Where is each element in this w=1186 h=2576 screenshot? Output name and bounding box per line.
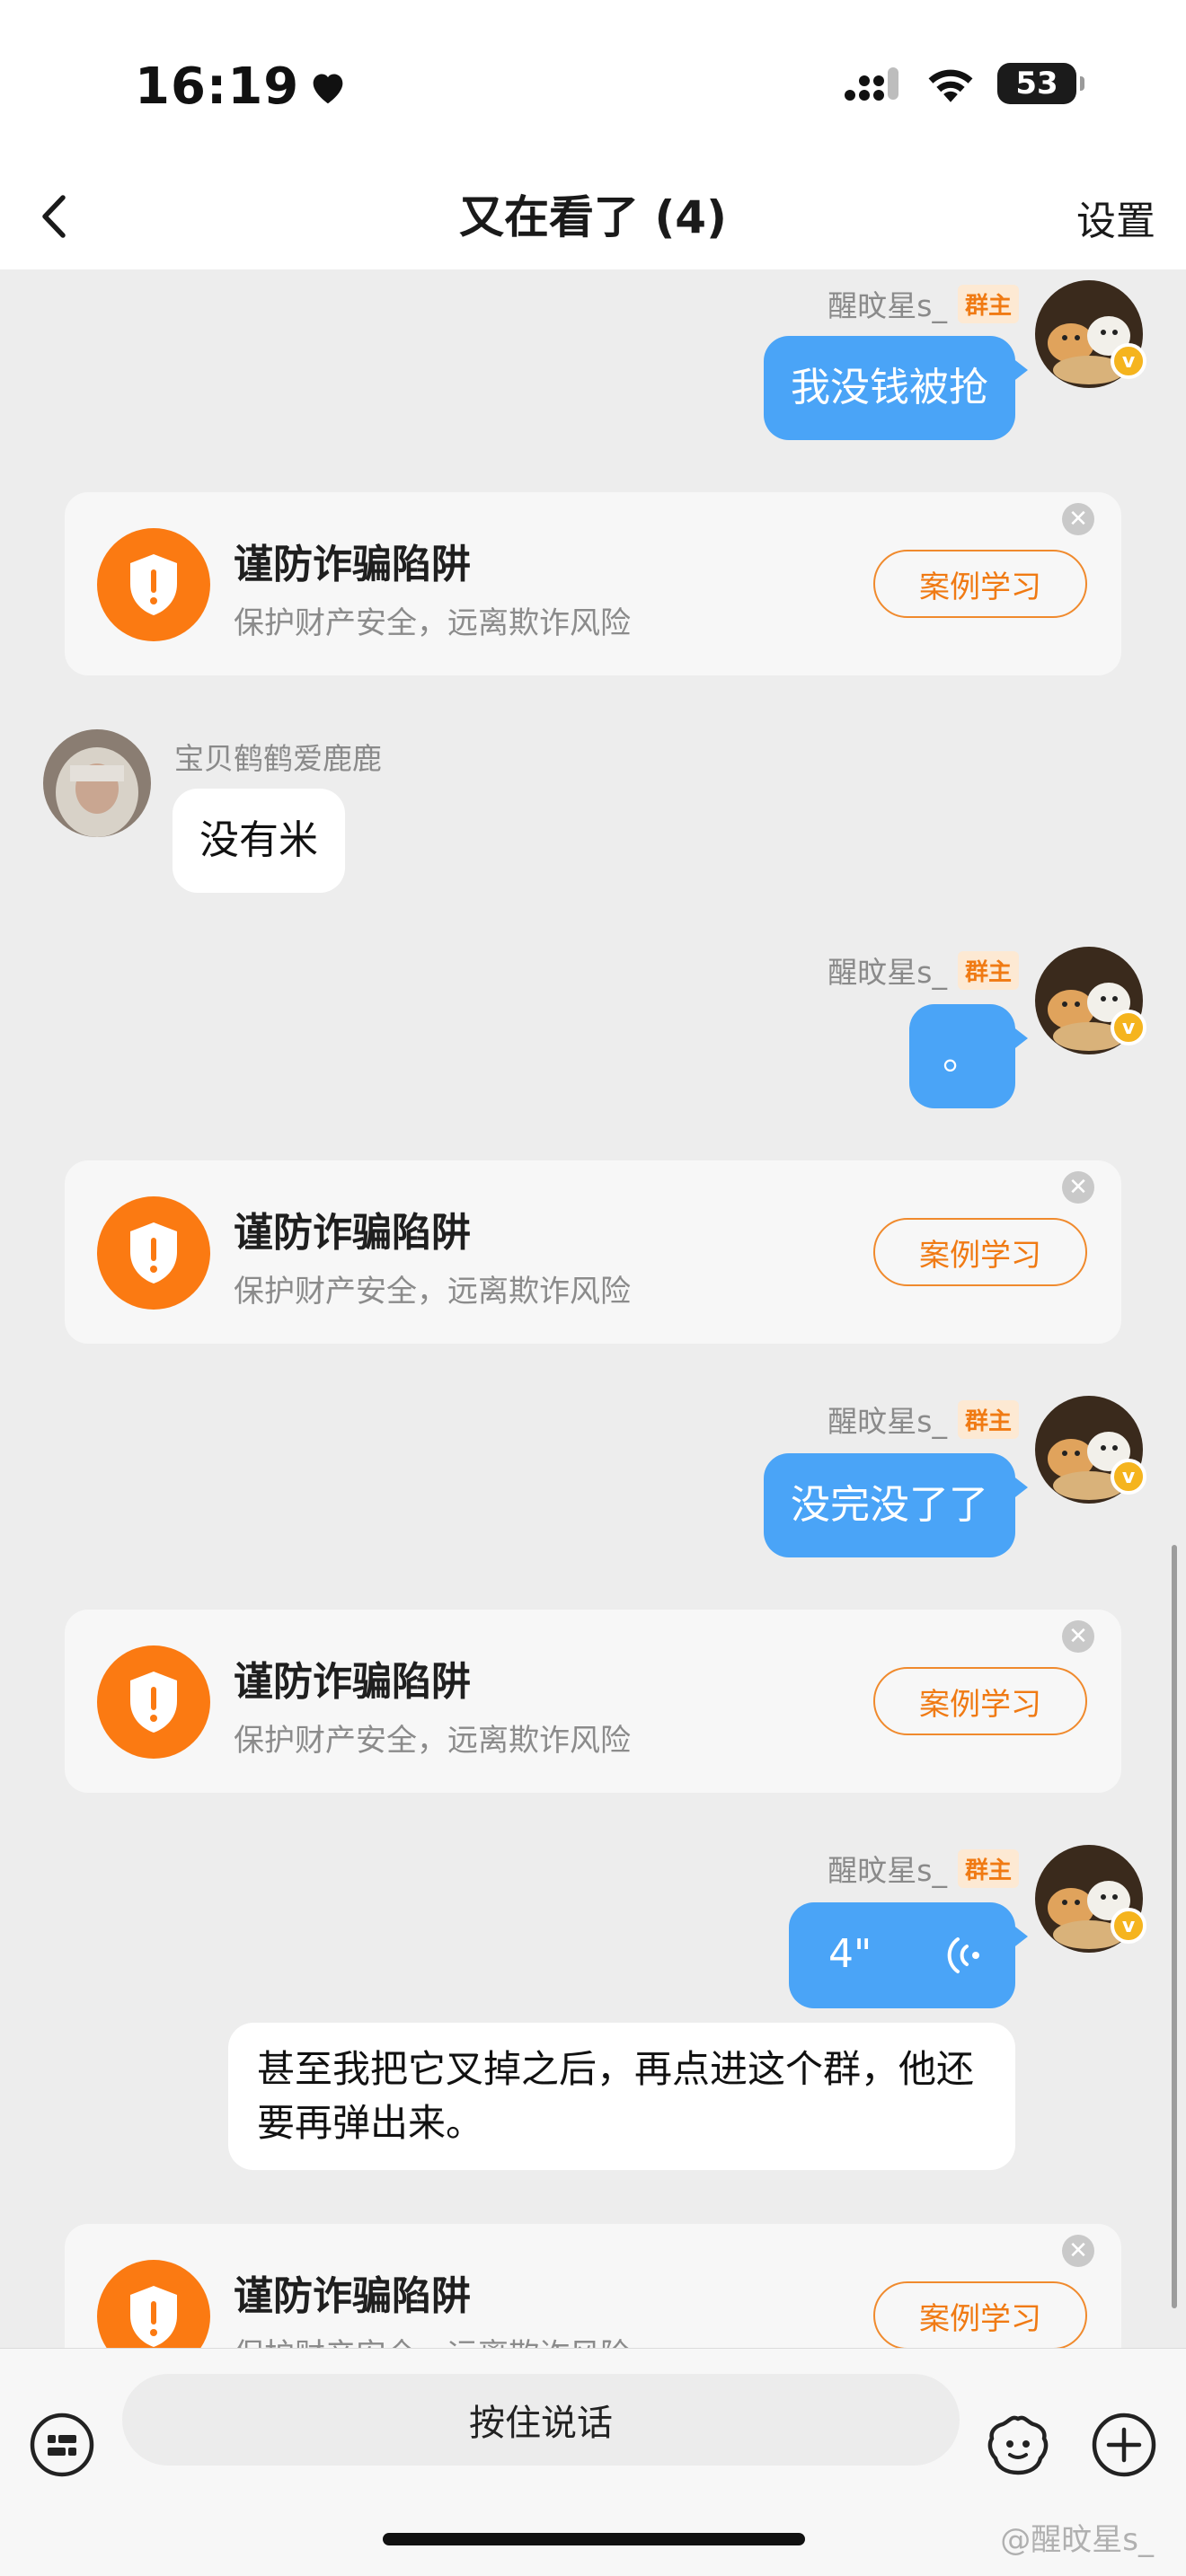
owner-badge: 群主 <box>957 284 1019 323</box>
message-bubble[interactable]: 没完没了了 <box>764 1453 1028 1557</box>
message-bubble[interactable]: 我没钱被抢 <box>764 336 1028 440</box>
battery-icon: 53 <box>997 63 1084 104</box>
card-subtitle: 保护财产安全，远离欺诈风险 <box>234 1723 631 1759</box>
owner-badge: 群主 <box>957 950 1019 990</box>
message-bubble[interactable]: 没有米 <box>173 789 345 893</box>
owner-badge: 群主 <box>957 1848 1019 1888</box>
signal-icon <box>845 67 898 101</box>
sender-name: 醒旼星s_ 群主 <box>828 1847 1019 1890</box>
fraud-warning-card[interactable]: 谨防诈骗陷阱 保护财产安全，远离欺诈风险 案例学习 ✕ <box>65 1160 1121 1344</box>
status-time: 16:19 <box>135 57 348 116</box>
hold-to-talk-button[interactable]: 按住说话 <box>122 2374 960 2466</box>
case-study-button[interactable]: 案例学习 <box>873 1667 1087 1735</box>
status-icons: 53 <box>843 63 1084 104</box>
avatar-image <box>43 729 151 837</box>
heart-icon <box>313 73 343 103</box>
avatar[interactable]: v <box>1035 1396 1146 1504</box>
fraud-warning-card[interactable]: 谨防诈骗陷阱 保护财产安全，远离欺诈风险 案例学习 ✕ <box>65 492 1121 675</box>
voice-message-bubble[interactable]: 4" <box>789 1902 1028 2008</box>
scrollbar[interactable] <box>1172 1545 1177 2308</box>
message-bubble[interactable]: 。 <box>909 1004 1028 1108</box>
verified-badge: v <box>1111 1010 1146 1045</box>
verified-badge: v <box>1111 343 1146 379</box>
avatar[interactable]: v <box>1035 280 1146 388</box>
watermark: @醒旼星s_ <box>1000 2522 1154 2558</box>
owner-badge: 群主 <box>957 1399 1019 1439</box>
shield-alert-icon <box>97 1645 210 1759</box>
card-title: 谨防诈骗陷阱 <box>234 1210 471 1256</box>
verified-badge: v <box>1111 1908 1146 1944</box>
sender-name: 醒旼星s_ 群主 <box>828 1398 1019 1441</box>
card-subtitle: 保护财产安全，远离欺诈风险 <box>234 605 631 641</box>
shield-alert-icon <box>97 1196 210 1310</box>
card-subtitle: 保护财产安全，远离欺诈风险 <box>234 1274 631 1310</box>
card-title: 谨防诈骗陷阱 <box>234 542 471 587</box>
case-study-button[interactable]: 案例学习 <box>873 550 1087 618</box>
close-icon[interactable]: ✕ <box>1062 2235 1094 2267</box>
shield-alert-icon <box>97 528 210 641</box>
avatar[interactable]: v <box>1035 947 1146 1054</box>
avatar[interactable]: v <box>1035 1845 1146 1953</box>
close-icon[interactable]: ✕ <box>1062 503 1094 535</box>
message-list[interactable]: 醒旼星s_ 群主 v 我没钱被抢 谨防诈骗陷阱 保护财产安全，远离欺诈风险 案例… <box>0 269 1186 2348</box>
card-title: 谨防诈骗陷阱 <box>234 2273 471 2319</box>
shield-alert-icon <box>97 2260 210 2348</box>
case-study-button[interactable]: 案例学习 <box>873 2281 1087 2348</box>
close-icon[interactable]: ✕ <box>1062 1620 1094 1653</box>
voice-duration: 4" <box>828 1931 872 1977</box>
settings-button[interactable]: 设置 <box>1076 189 1155 246</box>
emoji-icon[interactable] <box>985 2412 1051 2478</box>
fraud-warning-card[interactable]: 谨防诈骗陷阱 保护财产安全，远离欺诈风险 案例学习 ✕ <box>65 1610 1121 1793</box>
plus-icon[interactable] <box>1091 2412 1157 2478</box>
voice-wave-icon <box>947 1937 979 1973</box>
fraud-warning-card[interactable]: 谨防诈骗陷阱 保护财产安全，远离欺诈风险 案例学习 ✕ <box>65 2224 1121 2348</box>
avatar[interactable] <box>43 729 151 837</box>
chat-title: 又在看了 (4) <box>459 191 727 243</box>
sender-name: 醒旼星s_ 群主 <box>828 948 1019 992</box>
sender-name: 醒旼星s_ 群主 <box>828 282 1019 325</box>
chat-header: 又在看了 (4) 设置 <box>0 162 1186 269</box>
case-study-button[interactable]: 案例学习 <box>873 1218 1087 1286</box>
keyboard-voice-icon[interactable] <box>29 2412 95 2478</box>
card-title: 谨防诈骗陷阱 <box>234 1659 471 1705</box>
status-bar: 16:19 53 <box>0 0 1186 162</box>
wifi-icon <box>928 69 973 102</box>
card-subtitle: 保护财产安全，远离欺诈风险 <box>234 2330 631 2348</box>
close-icon[interactable]: ✕ <box>1062 1171 1094 1204</box>
voice-transcript: 甚至我把它叉掉之后，再点进这个群，他还要再弹出来。 <box>228 2023 1015 2170</box>
verified-badge: v <box>1111 1459 1146 1495</box>
sender-name: 宝贝鹤鹤爱鹿鹿 <box>174 741 382 776</box>
home-indicator[interactable] <box>383 2533 805 2545</box>
